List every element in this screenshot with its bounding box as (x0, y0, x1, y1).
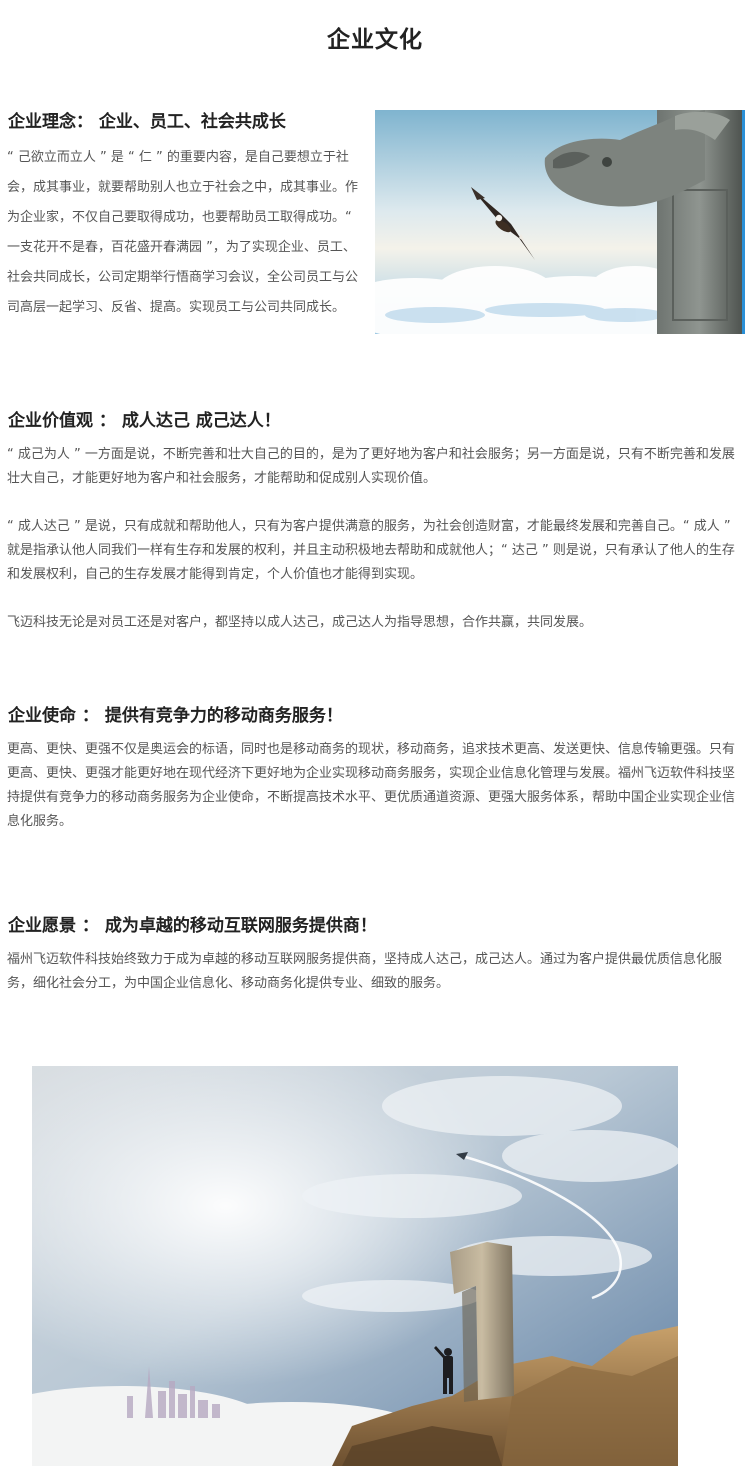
vision-heading: 企业愿景 ： 成为卓越的移动互联网服务提供商！ (8, 916, 377, 936)
eagle-dragon-statue-photo (375, 110, 742, 334)
values-paragraph-3: 飞迈科技无论是对员工还是对客户，都坚持以成人达己，成己达人为指导思想，合作共赢，… (7, 615, 593, 630)
mission-body: 更高、更快、更强不仅是奥运会的标语，同时也是移动商务的现状，移动商务，追求技术更… (7, 742, 736, 829)
philosophy-body: “ 己欲立而立人 ” 是 “ 仁 ” 的重要内容，是自己要想立于社会，成其事业，… (7, 150, 359, 315)
mission-heading: 企业使命 ： 提供有竞争力的移动商务服务！ (8, 706, 343, 726)
values-heading: 企业价值观 ： 成人达己 成己达人！ (8, 411, 281, 431)
values-paragraph-1: “ 成己为人 ” 一方面是说，不断完善和壮大自己的目的，是为了更好地为客户和社会… (7, 447, 735, 486)
philosophy-heading: 企业理念： 企业、员工、社会共成长 (8, 112, 286, 132)
page-title: 企业文化 (327, 27, 423, 53)
vision-body: 福州飞迈软件科技始终致力于成为卓越的移动互联网服务提供商，坚持成人达己，成己达人… (7, 952, 723, 991)
values-paragraph-2: “ 成人达己 ” 是说，只有成就和帮助他人，只有为客户提供满意的服务，为社会创造… (7, 519, 735, 582)
accent-bar (742, 110, 745, 334)
number-one-cliff-sky-photo (32, 1066, 678, 1466)
